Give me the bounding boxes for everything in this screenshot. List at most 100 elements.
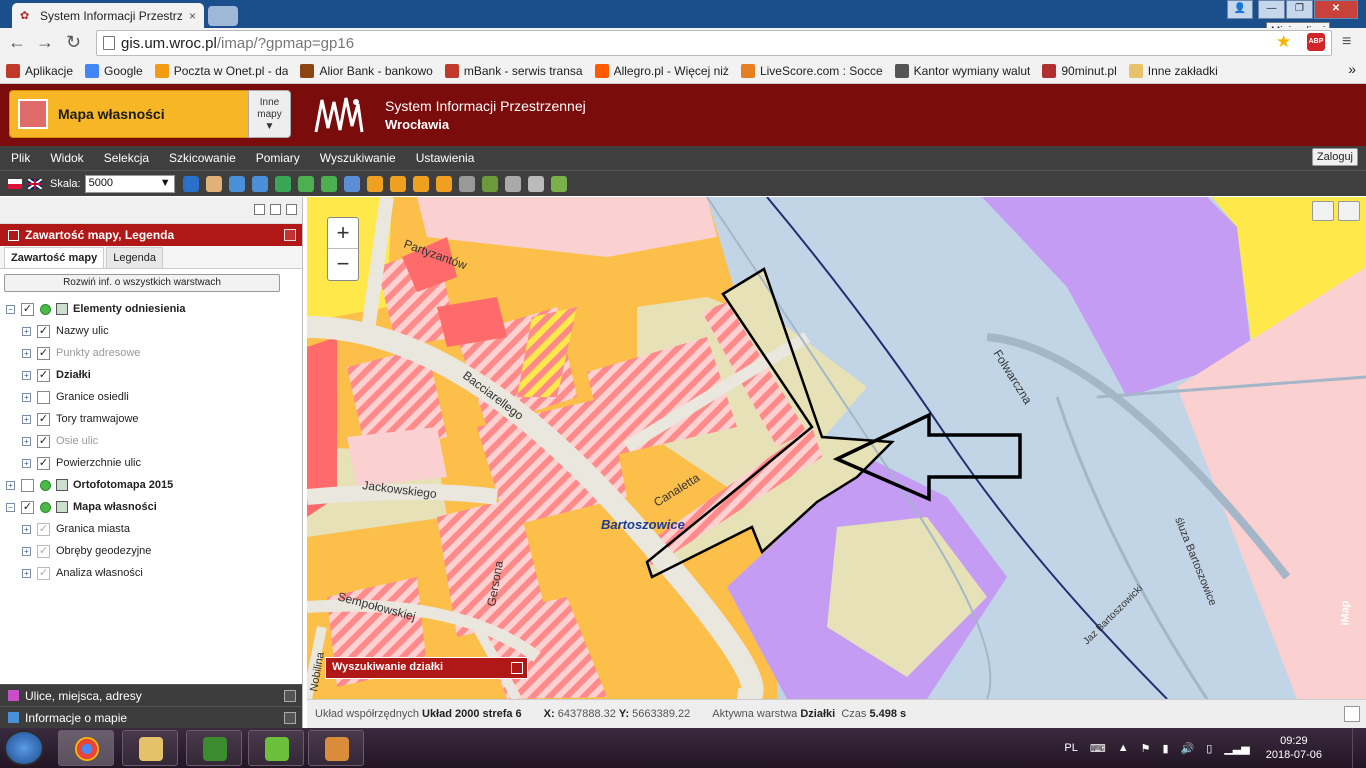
url-input[interactable]: gis.um.wroc.pl/imap/?gpmap=gp16 [96,30,1332,56]
zoom-out-button[interactable]: − [328,249,358,280]
flag-icon[interactable]: ⚑ [1141,742,1151,755]
measure-area-icon[interactable] [412,175,429,192]
scale-select[interactable]: 5000 ▼ [84,174,175,193]
bookmark-item[interactable]: Allegro.pl - Więcej niż [594,63,729,78]
expand-icon[interactable]: + [22,436,31,446]
taskbar-explorer[interactable] [122,730,178,766]
forward-arrow-icon[interactable] [320,175,337,192]
layer-checkbox[interactable]: ✓ [37,456,50,470]
zoom-box-icon[interactable] [343,175,360,192]
menu-item[interactable]: Widok [50,151,83,165]
zoom-in-button[interactable]: + [328,218,358,249]
expand-icon[interactable]: + [22,524,31,534]
panel-maximize-icon[interactable] [286,204,297,215]
login-button[interactable]: Zaloguj [1311,148,1358,166]
back-arrow-icon[interactable] [297,175,314,192]
section-toggle-icon[interactable] [284,690,296,702]
maximize-button[interactable]: ❐ [1286,0,1313,19]
bookmarks-more-icon[interactable]: » [1348,61,1356,77]
comment-icon[interactable] [1312,201,1334,221]
battery-icon[interactable]: ▯ [1206,742,1212,755]
expand-icon[interactable]: + [22,392,31,402]
panel-restore-icon[interactable] [270,204,281,215]
expand-icon[interactable]: + [22,348,31,358]
new-tab-button[interactable] [208,6,238,26]
map-info-section[interactable]: Informacje o mapie [0,706,302,728]
expand-icon[interactable]: + [22,458,31,468]
layer-checkbox[interactable]: ✓ [37,368,50,382]
expand-icon[interactable]: + [22,546,31,556]
signal-icon[interactable]: ▁▃▅ [1224,742,1249,755]
language-indicator[interactable]: PL [1064,742,1077,754]
minimize-button[interactable]: — [1258,0,1285,19]
print-icon[interactable] [504,175,521,192]
crop-icon[interactable] [435,175,452,192]
streets-places-section[interactable]: Ulice, miejsca, adresy [0,684,302,706]
bookmark-item[interactable]: Poczta w Onet.pl - da [154,63,288,78]
bookmark-item[interactable]: Google [85,63,143,78]
statusbar-toggle-icon[interactable] [1344,706,1360,722]
measure-line-icon[interactable] [389,175,406,192]
browser-tab[interactable]: ✿ System Informacji Przestrz × [12,3,204,28]
keyboard-icon[interactable]: ⌨ [1090,742,1106,755]
layers-icon[interactable] [458,175,475,192]
map-selector-button[interactable]: Mapa własności [9,90,249,138]
layer-checkbox[interactable] [21,478,34,492]
taskbar-chrome[interactable] [58,730,114,766]
layer-checkbox[interactable]: ✓ [37,522,50,536]
bookmark-item[interactable]: Kantor wymiany walut [894,63,1030,78]
layer-checkbox[interactable]: ✓ [21,302,34,316]
expand-icon[interactable]: + [22,370,31,380]
bookmark-item[interactable]: LiveScore.com : Socce [740,63,883,78]
map-canvas[interactable]: Partyzantów Bacciarellego Canaletta Jack… [307,197,1366,699]
close-window-button[interactable]: ✕ [1314,0,1358,19]
layer-checkbox[interactable]: ✓ [37,566,50,580]
section-toggle-icon[interactable] [284,712,296,724]
taskbar-utorrent[interactable] [248,730,304,766]
collapse-icon[interactable]: − [6,304,15,314]
section-toggle-icon[interactable] [284,229,296,241]
bookmark-item[interactable]: Aplikacje [6,63,73,78]
wfs-icon[interactable] [481,175,498,192]
expand-icon[interactable]: + [22,326,31,336]
english-flag-icon[interactable] [28,178,42,189]
zoom-out-icon[interactable] [251,175,268,192]
taskbar-app[interactable] [186,730,242,766]
layer-checkbox[interactable]: ✓ [37,324,50,338]
feedback-icon[interactable] [1338,201,1360,221]
profile-icon[interactable]: 👤 [1227,0,1253,19]
menu-item[interactable]: Szkicowanie [169,151,236,165]
tab-close-icon[interactable]: × [189,9,196,23]
expand-all-button[interactable]: Rozwiń inf. o wszystkich warstwach [4,274,280,292]
collapse-icon[interactable]: − [6,502,15,512]
bookmark-star-icon[interactable]: ★ [1276,32,1291,52]
globe-icon[interactable] [274,175,291,192]
panel-toggle-icon[interactable] [511,662,523,674]
panel-collapse-icon[interactable] [254,204,265,215]
zoom-in-icon[interactable] [228,175,245,192]
expand-icon[interactable]: + [22,414,31,424]
taskbar-paint[interactable] [308,730,364,766]
clock[interactable]: 09:29 2018-07-06 [1266,734,1322,762]
volume-icon[interactable]: 🔊 [1181,742,1195,755]
browser-menu-icon[interactable]: ≡ [1342,33,1351,51]
expand-icon[interactable]: + [22,568,31,578]
bookmark-item[interactable]: 90minut.pl [1042,63,1117,78]
network-icon[interactable]: ▮ [1163,742,1169,755]
link-icon[interactable] [527,175,544,192]
info-icon[interactable] [182,175,199,192]
forward-icon[interactable]: → [36,32,54,53]
bookmark-item[interactable]: Alior Bank - bankowo [300,63,433,78]
layer-checkbox[interactable] [37,390,50,404]
show-hidden-icon[interactable]: ▲ [1118,742,1129,754]
start-button[interactable] [4,730,44,766]
layer-checkbox[interactable]: ✓ [21,500,34,514]
other-maps-button[interactable]: Inne mapy ▼ [248,90,291,138]
pan-hand-icon[interactable] [205,175,222,192]
layer-checkbox[interactable]: ✓ [37,346,50,360]
menu-item[interactable]: Pomiary [256,151,300,165]
back-icon[interactable]: ← [8,32,26,53]
polish-flag-icon[interactable] [8,178,22,189]
menu-item[interactable]: Ustawienia [416,151,475,165]
show-desktop-button[interactable] [1352,728,1366,768]
